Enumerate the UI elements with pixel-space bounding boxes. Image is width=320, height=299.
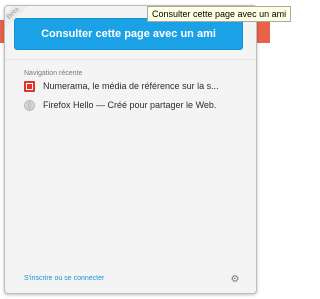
recent-item-firefox-hello[interactable]: Firefox Hello — Créé pour partager le We… xyxy=(24,97,244,113)
gear-icon[interactable]: ⚙ xyxy=(230,275,240,285)
recent-navigation-label: Navigation récente xyxy=(24,70,83,77)
divider xyxy=(5,59,256,60)
signin-link[interactable]: S'inscrire ou se connecter xyxy=(24,275,104,282)
recent-item-numerama[interactable]: Numerama, le média de référence sur la s… xyxy=(24,78,244,94)
numerama-icon xyxy=(24,80,35,92)
tooltip: Consulter cette page avec un ami xyxy=(147,6,292,22)
globe-icon xyxy=(24,99,35,111)
hello-panel: Beta Consulter cette page avec un ami Na… xyxy=(4,5,257,294)
share-page-button[interactable]: Consulter cette page avec un ami xyxy=(14,18,243,50)
recent-item-title: Numerama, le média de référence sur la s… xyxy=(43,81,219,91)
recent-item-title: Firefox Hello — Créé pour partager le We… xyxy=(43,100,217,110)
